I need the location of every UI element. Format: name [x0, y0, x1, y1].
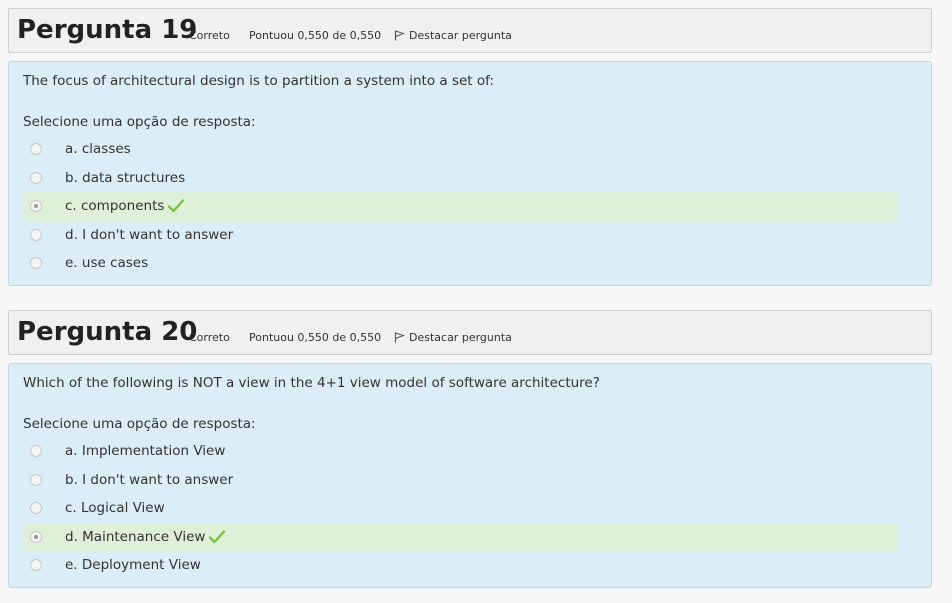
check-icon: [168, 199, 185, 213]
question-info: Pergunta 19 Correto Pontuou 0,550 de 0,5…: [8, 8, 932, 53]
question-title-prefix: Pergunta: [17, 15, 153, 45]
answer-label[interactable]: e. Deployment View: [65, 556, 201, 574]
question-20: Pergunta 20 Correto Pontuou 0,550 de 0,5…: [8, 310, 932, 588]
answer-option-correct[interactable]: c. components: [23, 192, 897, 221]
answer-option[interactable]: a. Implementation View: [23, 437, 897, 466]
answer-option[interactable]: e. use cases: [23, 249, 897, 278]
answer-option[interactable]: b. data structures: [23, 164, 897, 193]
question-text: Which of the following is NOT a view in …: [23, 375, 600, 391]
answer-radio[interactable]: [30, 473, 42, 486]
answer-option[interactable]: d. I don't want to answer: [23, 221, 897, 250]
answer-option[interactable]: c. Logical View: [23, 494, 897, 523]
answer-list: a. Implementation View b. I don't want t…: [23, 437, 897, 580]
answer-radio[interactable]: [30, 559, 42, 571]
question-title: Pergunta 20: [17, 316, 197, 348]
question-grade: Pontuou 0,550 de 0,550: [249, 29, 382, 42]
answer-radio-selected[interactable]: [30, 530, 42, 543]
answer-label[interactable]: d. I don't want to answer: [65, 226, 233, 244]
flag-question-label[interactable]: Destacar pergunta: [409, 331, 512, 344]
flag-icon: [394, 30, 405, 41]
answer-option-correct[interactable]: d. Maintenance View: [23, 522, 897, 551]
question-content: Which of the following is NOT a view in …: [8, 363, 932, 588]
flag-question-link[interactable]: Destacar pergunta: [394, 29, 512, 43]
answer-prompt: Selecione uma opção de resposta:: [23, 416, 256, 432]
answer-radio-selected[interactable]: [30, 200, 42, 212]
answer-prompt: Selecione uma opção de resposta:: [23, 114, 256, 130]
question-text: The focus of architectural design is to …: [23, 73, 494, 89]
question-title: Pergunta 19: [17, 14, 197, 46]
answer-label[interactable]: e. use cases: [65, 254, 148, 272]
question-grade: Pontuou 0,550 de 0,550: [249, 331, 382, 344]
answer-radio[interactable]: [30, 502, 42, 514]
answer-label[interactable]: c. components: [65, 198, 164, 214]
answer-list: a. classes b. data structures c. compone…: [23, 135, 897, 278]
answer-option[interactable]: e. Deployment View: [23, 551, 897, 580]
question-19: Pergunta 19 Correto Pontuou 0,550 de 0,5…: [8, 8, 932, 286]
question-state: Correto: [189, 29, 230, 42]
answer-label[interactable]: d. Maintenance View: [65, 529, 205, 545]
answer-label-wrap[interactable]: c. components: [65, 197, 185, 215]
answer-label[interactable]: b. data structures: [65, 169, 185, 187]
answer-label[interactable]: c. Logical View: [65, 499, 165, 517]
question-content: The focus of architectural design is to …: [8, 61, 932, 286]
question-state: Correto: [189, 331, 230, 344]
answer-label[interactable]: a. Implementation View: [65, 442, 225, 460]
answer-label[interactable]: b. I don't want to answer: [65, 471, 233, 489]
answer-label[interactable]: a. classes: [65, 140, 131, 158]
answer-radio[interactable]: [30, 228, 42, 241]
flag-question-link[interactable]: Destacar pergunta: [394, 331, 512, 345]
answer-option[interactable]: a. classes: [23, 135, 897, 164]
answer-radio[interactable]: [30, 445, 42, 457]
answer-radio[interactable]: [30, 143, 42, 155]
flag-icon: [394, 332, 405, 343]
question-title-prefix: Pergunta: [17, 317, 153, 347]
answer-radio[interactable]: [30, 171, 42, 184]
answer-radio[interactable]: [30, 257, 42, 269]
flag-question-label[interactable]: Destacar pergunta: [409, 29, 512, 42]
answer-label-wrap[interactable]: d. Maintenance View: [65, 528, 226, 546]
question-info: Pergunta 20 Correto Pontuou 0,550 de 0,5…: [8, 310, 932, 355]
answer-option[interactable]: b. I don't want to answer: [23, 466, 897, 495]
check-icon: [209, 529, 226, 543]
